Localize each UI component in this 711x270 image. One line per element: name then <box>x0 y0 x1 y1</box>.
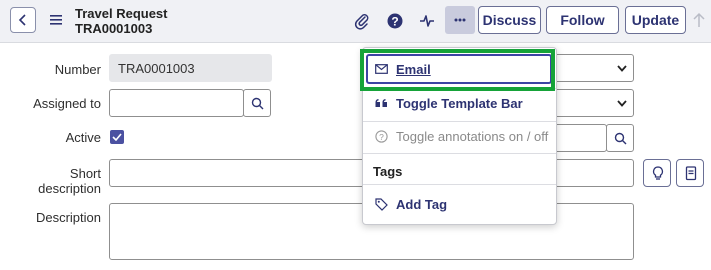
discuss-button[interactable]: Discuss <box>478 6 541 34</box>
chevron-down-icon <box>617 65 627 72</box>
attachment-icon[interactable] <box>352 11 372 31</box>
up-arrow-icon[interactable] <box>693 12 705 28</box>
menu-tags-header: Tags <box>373 164 403 179</box>
question-circle-icon: ? <box>375 130 388 143</box>
back-button[interactable] <box>10 7 36 33</box>
menu-item-toggle-annotations: ? Toggle annotations on / off <box>363 122 556 152</box>
number-value: TRA0001003 <box>118 61 195 76</box>
search-icon <box>614 132 627 145</box>
activity-icon[interactable] <box>417 11 437 31</box>
chevron-down-icon <box>617 100 627 107</box>
record-type-title: Travel Request <box>75 6 168 21</box>
checkmark-icon <box>112 133 122 141</box>
update-button[interactable]: Update <box>625 6 686 34</box>
active-label: Active <box>65 130 101 145</box>
help-icon[interactable]: ? <box>385 11 405 31</box>
form-header: Travel Request TRA0001003 ? Discuss Foll… <box>0 0 711 43</box>
record-number-title: TRA0001003 <box>75 21 153 36</box>
more-icon <box>454 18 466 22</box>
svg-text:?: ? <box>379 132 384 142</box>
number-field: TRA0001003 <box>109 54 272 82</box>
more-actions-button[interactable] <box>445 6 475 34</box>
menu-item-add-tag[interactable]: Add Tag <box>363 190 556 220</box>
suggestion-button[interactable] <box>643 159 671 187</box>
follow-button[interactable]: Follow <box>546 6 619 34</box>
menu-item-toggle-template-bar[interactable]: Toggle Template Bar <box>363 89 556 119</box>
short-description-label-line-2: description <box>38 181 101 196</box>
short-description-label-line-1: Short <box>69 166 101 181</box>
menu-divider <box>363 153 556 154</box>
record-page: Travel Request TRA0001003 ? Discuss Foll… <box>0 0 711 270</box>
active-checkbox[interactable] <box>110 130 124 144</box>
quote-icon <box>375 99 387 107</box>
right-reference-lookup-button[interactable] <box>606 124 634 152</box>
menu-divider <box>363 184 556 185</box>
annotation-highlight-box <box>360 49 555 91</box>
menu-item-toggle-template-bar-label: Toggle Template Bar <box>396 96 523 111</box>
tag-icon <box>375 198 388 211</box>
record-title: Travel Request TRA0001003 <box>75 6 168 36</box>
book-icon <box>685 166 697 181</box>
menu-item-toggle-annotations-label: Toggle annotations on / off <box>396 129 549 144</box>
svg-text:?: ? <box>391 15 398 29</box>
number-label: Number <box>54 62 101 77</box>
lightbulb-icon <box>652 166 664 180</box>
short-description-label: Short description <box>38 166 101 196</box>
assigned-to-input[interactable] <box>109 89 244 117</box>
menu-item-add-tag-label: Add Tag <box>396 197 448 212</box>
search-icon <box>251 97 264 110</box>
chevron-left-icon <box>18 14 26 26</box>
assigned-to-lookup-button[interactable] <box>243 89 271 117</box>
hamburger-icon[interactable] <box>50 15 62 25</box>
template-button[interactable] <box>676 159 704 187</box>
description-label: Description <box>35 210 101 225</box>
assigned-to-label: Assigned to <box>33 96 101 111</box>
